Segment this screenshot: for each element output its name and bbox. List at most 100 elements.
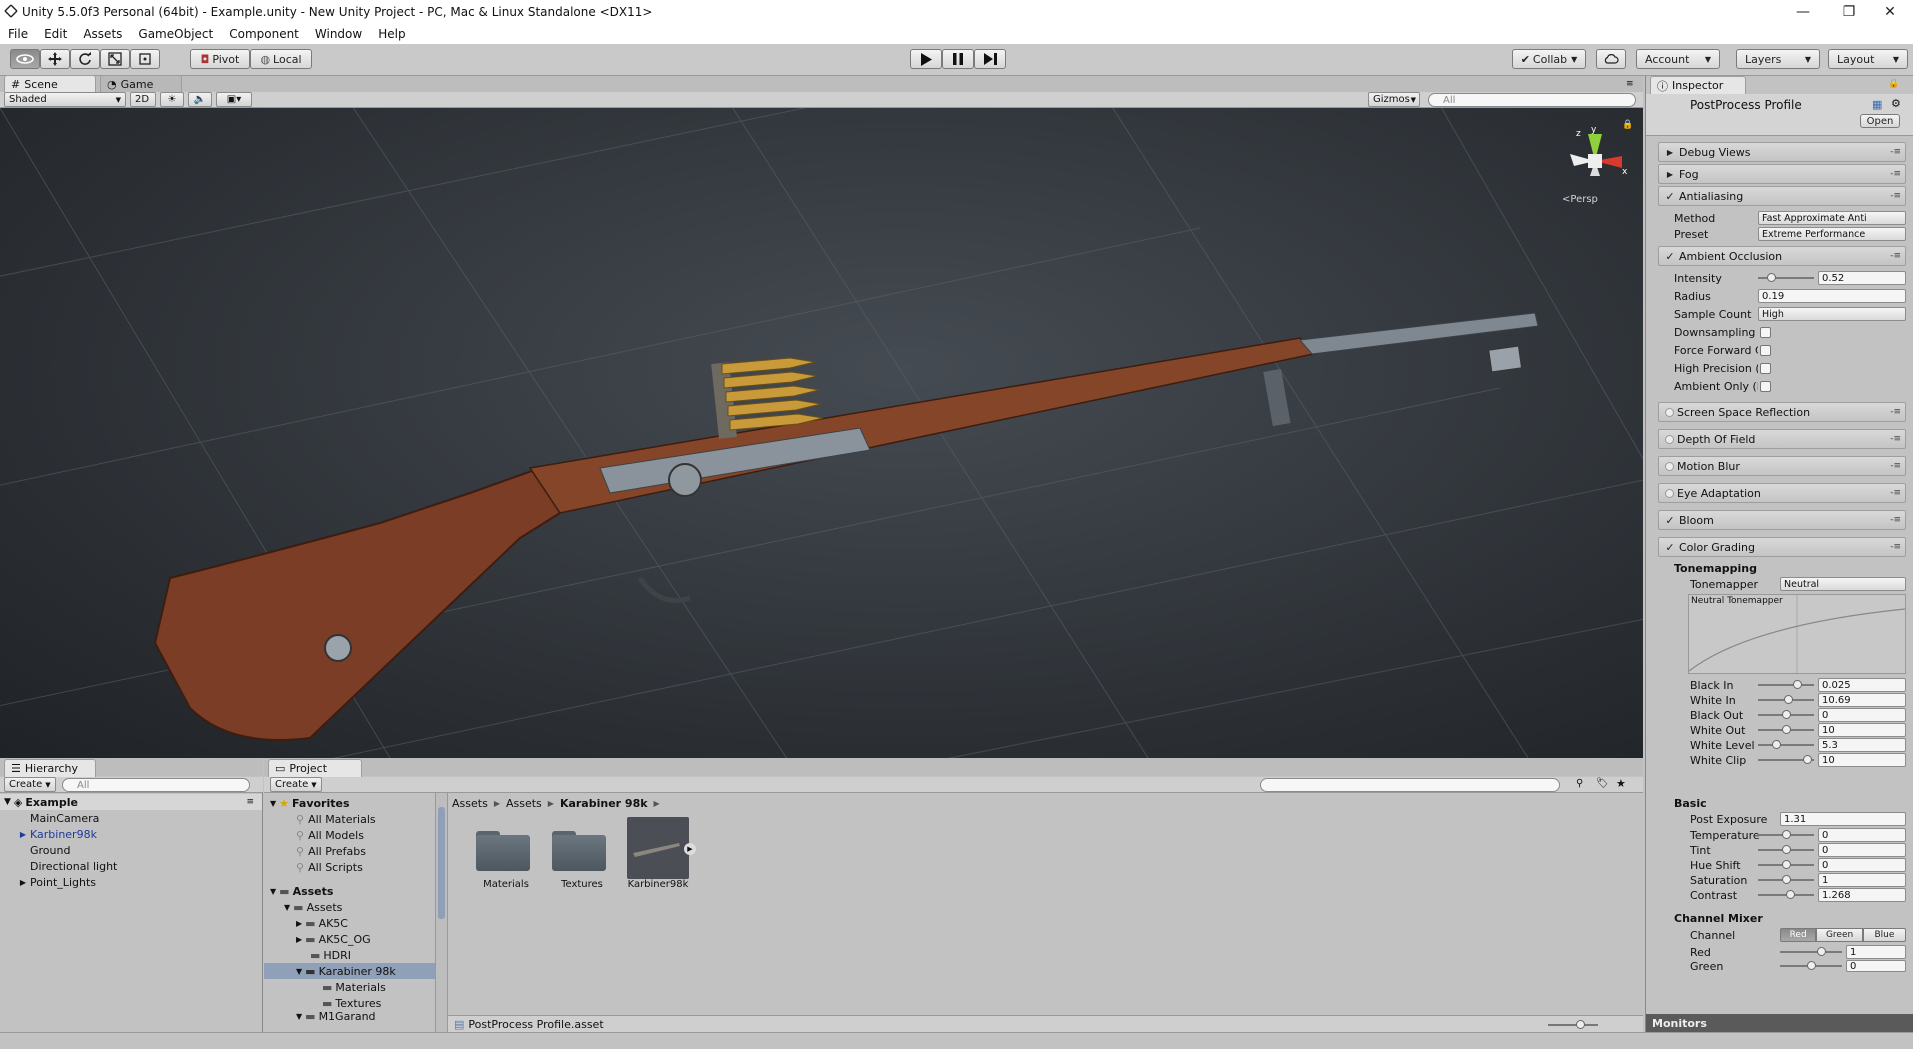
- section-menu-icon[interactable]: -≡: [1890, 434, 1901, 444]
- filter-label-icon[interactable]: 🏷: [1596, 778, 1609, 789]
- slider-knob[interactable]: [1784, 695, 1793, 704]
- hierarchy-item[interactable]: ▶ Karbiner98k: [0, 826, 262, 842]
- section-menu-icon[interactable]: -≡: [1890, 407, 1901, 417]
- section-ssr[interactable]: Screen Space Reflection -≡: [1658, 402, 1906, 422]
- minimize-button[interactable]: —: [1780, 0, 1826, 24]
- tree-folder-selected[interactable]: ▼ ▬ Karabiner 98k: [264, 963, 435, 979]
- ao-downsampling-checkbox[interactable]: [1760, 327, 1771, 338]
- mixer-green-slider[interactable]: [1780, 958, 1842, 972]
- favorite-item[interactable]: ⚲ All Models: [296, 827, 364, 843]
- checked-icon[interactable]: ✓: [1663, 190, 1677, 203]
- scene-menu-icon[interactable]: ≡: [246, 797, 254, 807]
- checked-icon[interactable]: ✓: [1663, 514, 1677, 527]
- tree-folder[interactable]: ▬ HDRI: [307, 947, 351, 963]
- slider-knob[interactable]: [1782, 875, 1791, 884]
- section-menu-icon[interactable]: -≡: [1890, 251, 1901, 261]
- tonemap-slider[interactable]: [1758, 707, 1814, 723]
- section-menu-icon[interactable]: -≡: [1890, 191, 1901, 201]
- tab-game[interactable]: ◔ Game: [100, 75, 182, 93]
- section-bloom[interactable]: ✓ Bloom -≡: [1658, 510, 1906, 530]
- monitors-bar[interactable]: Monitors: [1646, 1014, 1913, 1032]
- project-search-input[interactable]: [1260, 778, 1560, 792]
- scale-tool-icon[interactable]: [100, 49, 130, 69]
- ao-high-precision-checkbox[interactable]: [1760, 363, 1771, 374]
- mixer-green-field[interactable]: 0: [1846, 960, 1906, 972]
- tab-project[interactable]: ▭ Project: [268, 759, 362, 777]
- local-toggle[interactable]: ◍ Local: [250, 49, 312, 69]
- breadcrumb-item[interactable]: Assets: [506, 797, 542, 810]
- account-dropdown[interactable]: Account ▼: [1636, 49, 1720, 69]
- project-create-dropdown[interactable]: Create ▼: [270, 777, 322, 792]
- shading-dropdown[interactable]: Shaded ▼: [4, 92, 126, 107]
- favorite-star-icon[interactable]: ★: [1616, 777, 1626, 790]
- section-dof[interactable]: Depth Of Field -≡: [1658, 429, 1906, 449]
- expand-arrow-icon[interactable]: ▶: [0, 878, 26, 887]
- slider-knob[interactable]: [1807, 961, 1816, 970]
- slider-knob[interactable]: [1767, 273, 1776, 282]
- section-menu-icon[interactable]: -≡: [1890, 515, 1901, 525]
- expand-arrow-icon[interactable]: ▶: [0, 830, 26, 839]
- ao-sample-count-dropdown[interactable]: High: [1758, 307, 1906, 321]
- favorite-item[interactable]: ⚲ All Scripts: [296, 859, 363, 875]
- layers-dropdown[interactable]: Layers ▼: [1736, 49, 1820, 69]
- section-color-grading[interactable]: ✓ Color Grading -≡: [1658, 537, 1906, 557]
- disabled-toggle[interactable]: [1665, 461, 1674, 471]
- section-menu-icon[interactable]: -≡: [1890, 461, 1901, 471]
- hierarchy-item[interactable]: ▶ Point_Lights: [0, 874, 262, 890]
- scene-viewport[interactable]: y z x <Persp 🔒: [0, 108, 1643, 758]
- slider-knob[interactable]: [1772, 740, 1781, 749]
- menu-assets[interactable]: Assets: [75, 27, 130, 41]
- maximize-button[interactable]: ❐: [1826, 0, 1872, 24]
- open-button[interactable]: Open: [1860, 114, 1900, 128]
- rect-tool-icon[interactable]: [130, 49, 160, 69]
- help-book-icon[interactable]: ▦: [1872, 98, 1882, 111]
- menu-help[interactable]: Help: [370, 27, 413, 41]
- section-antialiasing[interactable]: ✓ Antialiasing -≡: [1658, 186, 1906, 206]
- mixer-red-field[interactable]: 1: [1846, 945, 1906, 959]
- scene-search-input[interactable]: All: [1428, 93, 1636, 107]
- menu-edit[interactable]: Edit: [36, 27, 75, 41]
- breadcrumb-item[interactable]: Karabiner 98k: [560, 797, 648, 810]
- slider-track[interactable]: [1758, 744, 1814, 746]
- basic-field[interactable]: 0: [1818, 843, 1906, 857]
- section-fog[interactable]: ▶ Fog -≡: [1658, 164, 1906, 184]
- section-eye-adaptation[interactable]: Eye Adaptation -≡: [1658, 483, 1906, 503]
- slider-knob[interactable]: [1817, 947, 1826, 956]
- favorite-item[interactable]: ⚲ All Materials: [296, 811, 376, 827]
- orientation-gizmo[interactable]: y z x <Persp: [1560, 125, 1630, 206]
- tab-scene[interactable]: # Scene: [4, 75, 96, 93]
- basic-slider[interactable]: [1758, 827, 1814, 843]
- ao-intensity-field[interactable]: 0.52: [1818, 271, 1906, 285]
- tonemap-slider[interactable]: [1758, 737, 1814, 753]
- tonemap-slider[interactable]: [1758, 752, 1814, 768]
- section-menu-icon[interactable]: -≡: [1890, 169, 1901, 179]
- asset-folder[interactable]: Materials: [466, 825, 546, 895]
- section-menu-icon[interactable]: -≡: [1890, 147, 1901, 157]
- basic-field[interactable]: 0: [1818, 858, 1906, 872]
- tonemap-slider[interactable]: [1758, 722, 1814, 738]
- tree-folder[interactable]: ▬ Materials: [319, 979, 386, 995]
- tree-folder[interactable]: ▶ ▬ AK5C_OG: [296, 931, 371, 947]
- tab-hierarchy[interactable]: ☰ Hierarchy: [4, 759, 96, 777]
- slider-knob[interactable]: [1803, 755, 1812, 764]
- basic-field[interactable]: 1.268: [1818, 888, 1906, 902]
- asset-model[interactable]: ▶ Karbiner98k: [618, 817, 698, 895]
- slider-knob[interactable]: [1782, 860, 1791, 869]
- ao-intensity-slider[interactable]: [1758, 270, 1814, 286]
- panel-menu-icon[interactable]: ≡: [1626, 79, 1634, 89]
- scrollbar-thumb[interactable]: [438, 807, 445, 919]
- move-tool-icon[interactable]: [40, 49, 70, 69]
- step-button[interactable]: [974, 49, 1006, 69]
- aa-preset-dropdown[interactable]: Extreme Performance: [1758, 227, 1906, 241]
- tree-folder[interactable]: ▼ ▬ M1Garand: [296, 1011, 376, 1021]
- gear-icon[interactable]: ⚙: [1891, 97, 1901, 110]
- basic-slider[interactable]: [1758, 872, 1814, 888]
- favorites-header[interactable]: ▼ ★ Favorites: [270, 795, 350, 811]
- tab-inspector[interactable]: ⓘ Inspector: [1650, 76, 1746, 94]
- basic-slider[interactable]: [1758, 887, 1814, 903]
- view-tool-eye-icon[interactable]: [10, 49, 40, 69]
- slider-knob[interactable]: [1782, 830, 1791, 839]
- layout-dropdown[interactable]: Layout ▼: [1828, 49, 1908, 69]
- tonemap-field[interactable]: 10.69: [1818, 693, 1906, 707]
- menu-component[interactable]: Component: [221, 27, 307, 41]
